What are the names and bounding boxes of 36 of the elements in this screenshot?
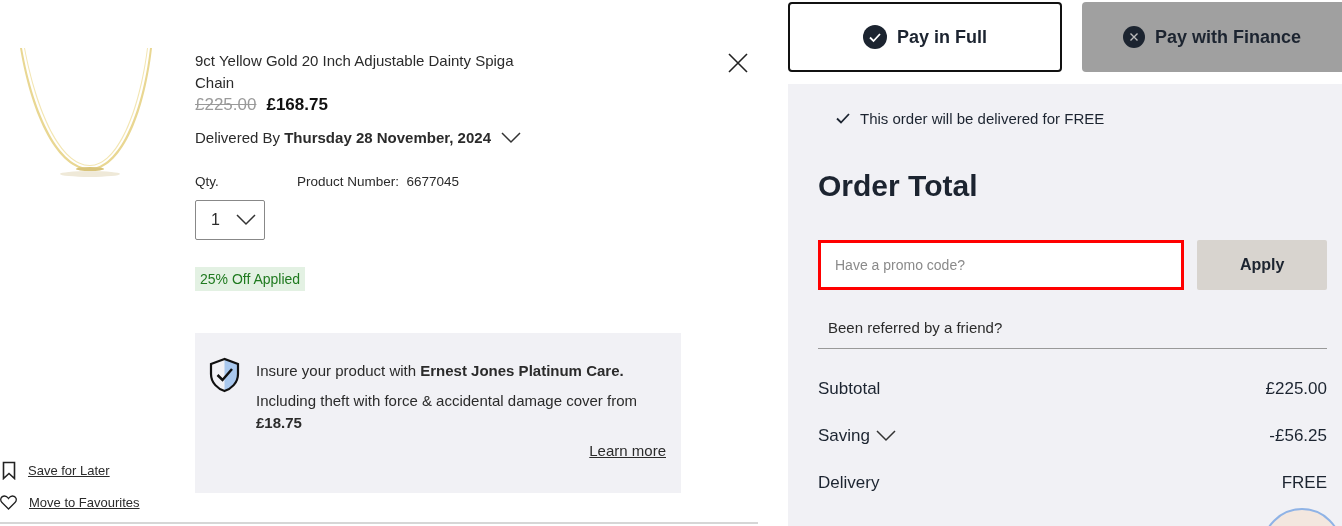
close-icon[interactable] bbox=[727, 52, 749, 74]
shield-check-icon bbox=[209, 357, 240, 393]
action-link[interactable]: Save for Later bbox=[28, 463, 110, 478]
order-total-heading: Order Total bbox=[818, 169, 979, 203]
summary-label: Subtotal bbox=[818, 378, 881, 399]
delivery-notice: This order will be delivered for FREE bbox=[860, 110, 1105, 127]
product-title: 9ct Yellow Gold 20 Inch Adjustable Dainty Spiga Chain bbox=[195, 51, 515, 93]
chevron-down-icon bbox=[236, 214, 256, 226]
chevron-down-icon bbox=[501, 131, 521, 144]
bookmark-icon bbox=[2, 461, 16, 480]
payment-tab[interactable]: Pay with Finance bbox=[1082, 2, 1342, 72]
qty-label: Qty. bbox=[195, 174, 220, 189]
referral-link[interactable]: Been referred by a friend? bbox=[818, 319, 1327, 349]
check-circle-icon bbox=[863, 25, 887, 49]
quantity-dropdown[interactable]: 1 bbox=[195, 200, 265, 240]
delivery-date: Delivered By Thursday 28 November, 2024 bbox=[195, 129, 491, 146]
discount-badge: 25% Off Applied bbox=[195, 267, 306, 291]
action-link[interactable]: Move to Favourites bbox=[29, 495, 140, 510]
heart-icon bbox=[0, 495, 17, 510]
product-number: Product Number: 6677045 bbox=[297, 174, 460, 189]
insurance-detail: Including theft with force & accidental damage cover from £18.75 bbox=[256, 391, 639, 433]
summary-value: -£56.25 bbox=[1269, 425, 1327, 446]
original-price: £225.00 bbox=[195, 95, 257, 115]
summary-value: FREE bbox=[1281, 472, 1327, 493]
summary-label: Delivery bbox=[818, 472, 880, 493]
promo-code-field[interactable]: Have a promo code? bbox=[818, 240, 1185, 290]
apply-button[interactable]: Apply bbox=[1197, 240, 1327, 290]
summary-value: £225.00 bbox=[1265, 378, 1327, 399]
learn-more-link[interactable]: Learn more bbox=[589, 442, 666, 459]
sale-price: £168.75 bbox=[266, 95, 328, 115]
summary-label[interactable]: Saving bbox=[818, 425, 896, 446]
payment-tab[interactable]: Pay in Full bbox=[788, 2, 1062, 72]
insurance-text: Insure your product with Ernest Jones Platinum Care. bbox=[256, 361, 625, 381]
check-icon bbox=[836, 113, 850, 124]
chevron-down-icon bbox=[876, 429, 896, 442]
close-circle-icon bbox=[1122, 26, 1145, 48]
